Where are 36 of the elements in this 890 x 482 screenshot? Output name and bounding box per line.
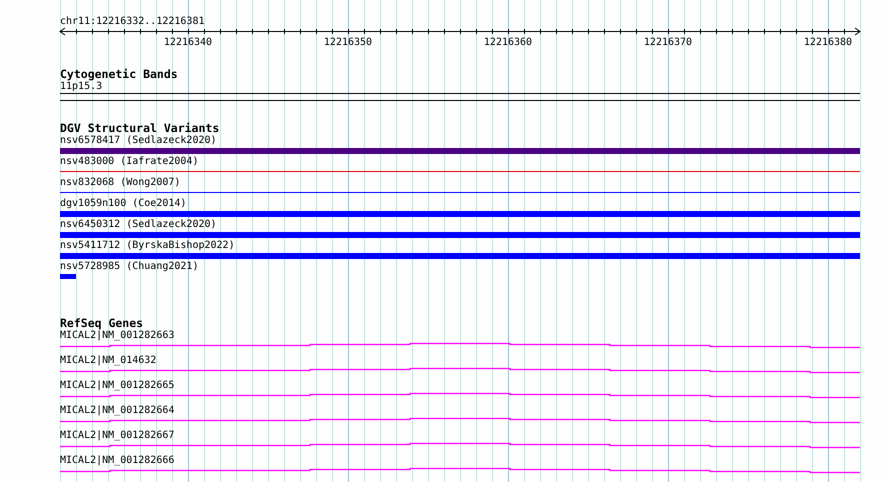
feature-label: nsv5411712 (ByrskaBishop2022): [60, 240, 235, 252]
position-label: 12216360: [484, 37, 532, 48]
transcript-line[interactable]: [60, 468, 860, 474]
feature-label: MICAL2|NM_001282667: [60, 430, 174, 442]
feature-label: nsv6450312 (Sedlazeck2020): [60, 219, 217, 231]
position-label: 12216340: [164, 37, 212, 48]
feature-label: 11p15.3: [60, 81, 102, 93]
feature-label: dgv1059n100 (Coe2014): [60, 198, 186, 210]
position-label: 12216350: [324, 37, 372, 48]
variant-bar[interactable]: [60, 211, 860, 217]
feature-label: MICAL2|NM_001282664: [60, 405, 174, 417]
variant-bar[interactable]: [60, 253, 860, 259]
variant-bar[interactable]: [60, 148, 860, 154]
transcript-line[interactable]: [60, 368, 860, 374]
track-title: Cytogenetic Bands: [60, 68, 178, 81]
track-title: RefSeq Genes: [60, 317, 144, 330]
feature-label: MICAL2|NM_001282666: [60, 455, 174, 467]
feature-label: nsv832068 (Wong2007): [60, 177, 180, 189]
feature-label: MICAL2|NM_001282663: [60, 330, 174, 342]
feature-label: nsv6578417 (Sedlazeck2020): [60, 135, 217, 147]
transcript-line[interactable]: [60, 418, 860, 424]
transcript-line[interactable]: [60, 392, 860, 398]
variant-bar[interactable]: [60, 274, 76, 279]
feature-label: MICAL2|NM_014632: [60, 355, 156, 367]
track-title: DGV Structural Variants: [60, 122, 220, 135]
transcript-line[interactable]: [60, 342, 860, 348]
position-label: 12216370: [644, 37, 692, 48]
feature-label: MICAL2|NM_001282665: [60, 380, 174, 392]
feature-label: nsv5728985 (Chuang2021): [60, 261, 198, 273]
transcript-line[interactable]: [60, 442, 860, 448]
variant-line[interactable]: [60, 192, 860, 193]
position-label: 12216380: [804, 37, 852, 48]
feature-label: nsv483000 (Iafrate2004): [60, 156, 198, 168]
location-label: chr11:12216332..12216381: [60, 16, 204, 27]
variant-line[interactable]: [60, 171, 860, 172]
variant-bar[interactable]: [60, 232, 860, 238]
